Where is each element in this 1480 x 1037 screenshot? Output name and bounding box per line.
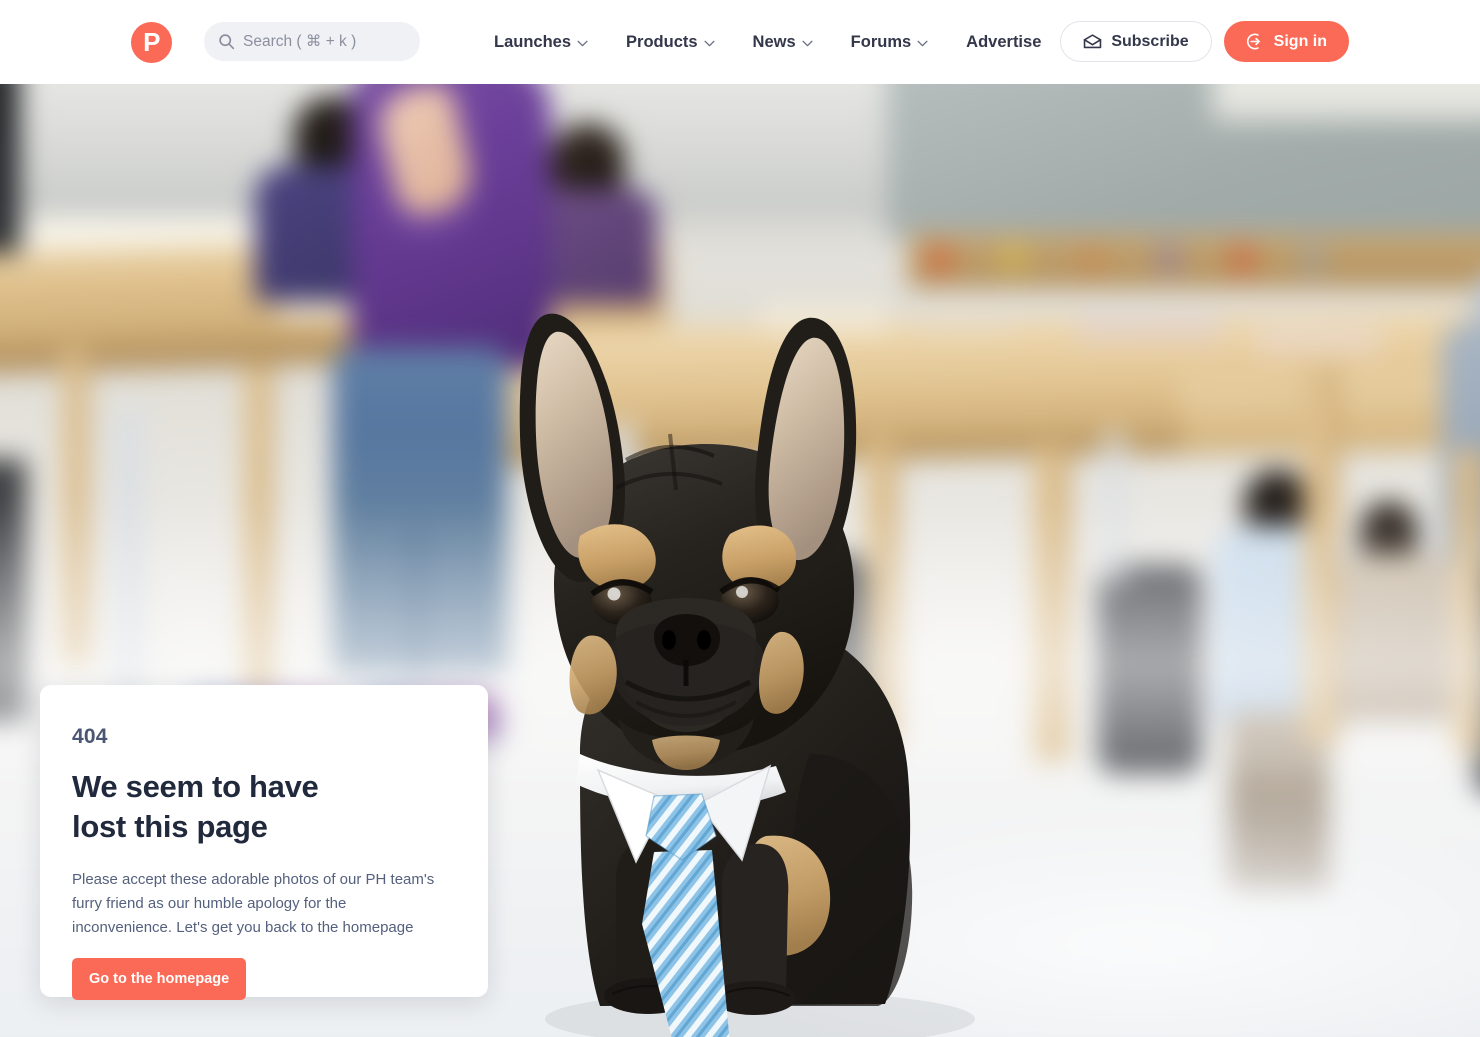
chevron-down-icon	[917, 40, 928, 47]
primary-navigation: Launches Products News Forums Advertise	[494, 0, 1041, 84]
error-code: 404	[72, 725, 108, 748]
go-to-homepage-button[interactable]: Go to the homepage	[72, 958, 247, 1001]
subscribe-button[interactable]: Subscribe	[1060, 21, 1212, 62]
chevron-down-icon	[802, 40, 813, 47]
product-hunt-logo[interactable]: P	[131, 22, 172, 63]
nav-item-forums[interactable]: Forums	[851, 33, 929, 52]
nav-item-news[interactable]: News	[753, 33, 813, 52]
error-card: 404 We seem to have lost this page Pleas…	[40, 685, 488, 1001]
search-input[interactable]	[243, 32, 413, 51]
nav-label-products: Products	[626, 32, 698, 51]
subscribe-label: Subscribe	[1111, 32, 1189, 50]
sign-in-arrow-icon	[1246, 33, 1260, 50]
nav-item-advertise[interactable]: Advertise	[966, 33, 1041, 52]
site-header: P Launches Products News Forums	[0, 0, 1480, 84]
sign-in-button[interactable]: Sign in	[1223, 21, 1349, 62]
nav-label-news: News	[752, 32, 796, 51]
nav-item-products[interactable]: Products	[626, 33, 715, 52]
sign-in-label: Sign in	[1273, 32, 1327, 50]
nav-item-launches[interactable]: Launches	[494, 33, 588, 52]
dog-front-leg-right	[722, 843, 789, 994]
french-bulldog-illustration	[519, 313, 975, 1037]
nav-label-forums: Forums	[850, 32, 912, 51]
nav-label-launches: Launches	[494, 32, 572, 51]
envelope-icon	[1084, 34, 1102, 49]
header-actions: Subscribe Sign in	[1060, 21, 1349, 62]
error-title-line-2: lost this page	[72, 809, 268, 845]
chevron-down-icon	[703, 40, 715, 47]
page-root: P Launches Products News Forums	[0, 0, 1480, 1037]
error-title-line-1: We seem to have	[72, 769, 319, 804]
search-box[interactable]	[204, 22, 420, 61]
error-title: We seem to have lost this page	[72, 767, 456, 848]
search-icon	[219, 34, 235, 50]
chevron-down-icon	[577, 40, 588, 47]
nav-label-advertise: Advertise	[966, 32, 1042, 51]
error-description: Please accept these adorable photos of o…	[72, 870, 435, 937]
